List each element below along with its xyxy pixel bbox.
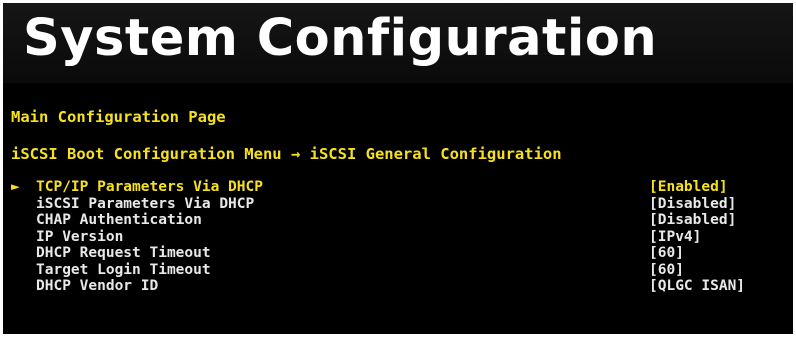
- setting-value[interactable]: [QLGC ISAN]: [649, 278, 745, 295]
- setting-value[interactable]: [Disabled]: [649, 212, 736, 229]
- setting-label: CHAP Authentication: [36, 212, 202, 228]
- setting-row-ip-version[interactable]: IP Version [IPv4]: [11, 229, 787, 246]
- setting-value[interactable]: [60]: [649, 262, 684, 279]
- breadcrumb: iSCSI Boot Configuration Menu → iSCSI Ge…: [11, 145, 562, 163]
- setting-label: DHCP Request Timeout: [36, 245, 211, 261]
- setting-row-dhcp-vendor-id[interactable]: DHCP Vendor ID [QLGC ISAN]: [11, 278, 787, 295]
- setting-label: TCP/IP Parameters Via DHCP: [36, 179, 263, 195]
- setting-value[interactable]: [IPv4]: [649, 229, 701, 246]
- setting-row-dhcp-request-timeout[interactable]: DHCP Request Timeout [60]: [11, 245, 787, 262]
- title-bar: System Configuration: [3, 3, 793, 83]
- setting-label: Target Login Timeout: [36, 261, 211, 278]
- setting-label: IP Version: [36, 228, 124, 245]
- setting-value[interactable]: [Enabled]: [649, 179, 728, 196]
- setting-label: iSCSI Parameters Via DHCP: [36, 195, 255, 212]
- bios-screen: System Configuration Main Configuration …: [3, 3, 793, 334]
- setting-row-target-login-timeout[interactable]: Target Login Timeout [60]: [11, 262, 787, 279]
- selection-pointer-icon: ►: [11, 179, 20, 195]
- page-title: System Configuration: [23, 9, 658, 68]
- setting-row-tcpip-dhcp[interactable]: ► TCP/IP Parameters Via DHCP [Enabled]: [11, 179, 787, 196]
- settings-list: ► TCP/IP Parameters Via DHCP [Enabled] i…: [11, 179, 787, 295]
- setting-value[interactable]: [Disabled]: [649, 196, 736, 213]
- setting-row-iscsi-dhcp[interactable]: iSCSI Parameters Via DHCP [Disabled]: [11, 196, 787, 213]
- main-configuration-link[interactable]: Main Configuration Page: [11, 108, 226, 126]
- setting-label: DHCP Vendor ID: [36, 278, 159, 294]
- setting-row-chap-authentication[interactable]: CHAP Authentication [Disabled]: [11, 212, 787, 229]
- setting-value[interactable]: [60]: [649, 245, 684, 262]
